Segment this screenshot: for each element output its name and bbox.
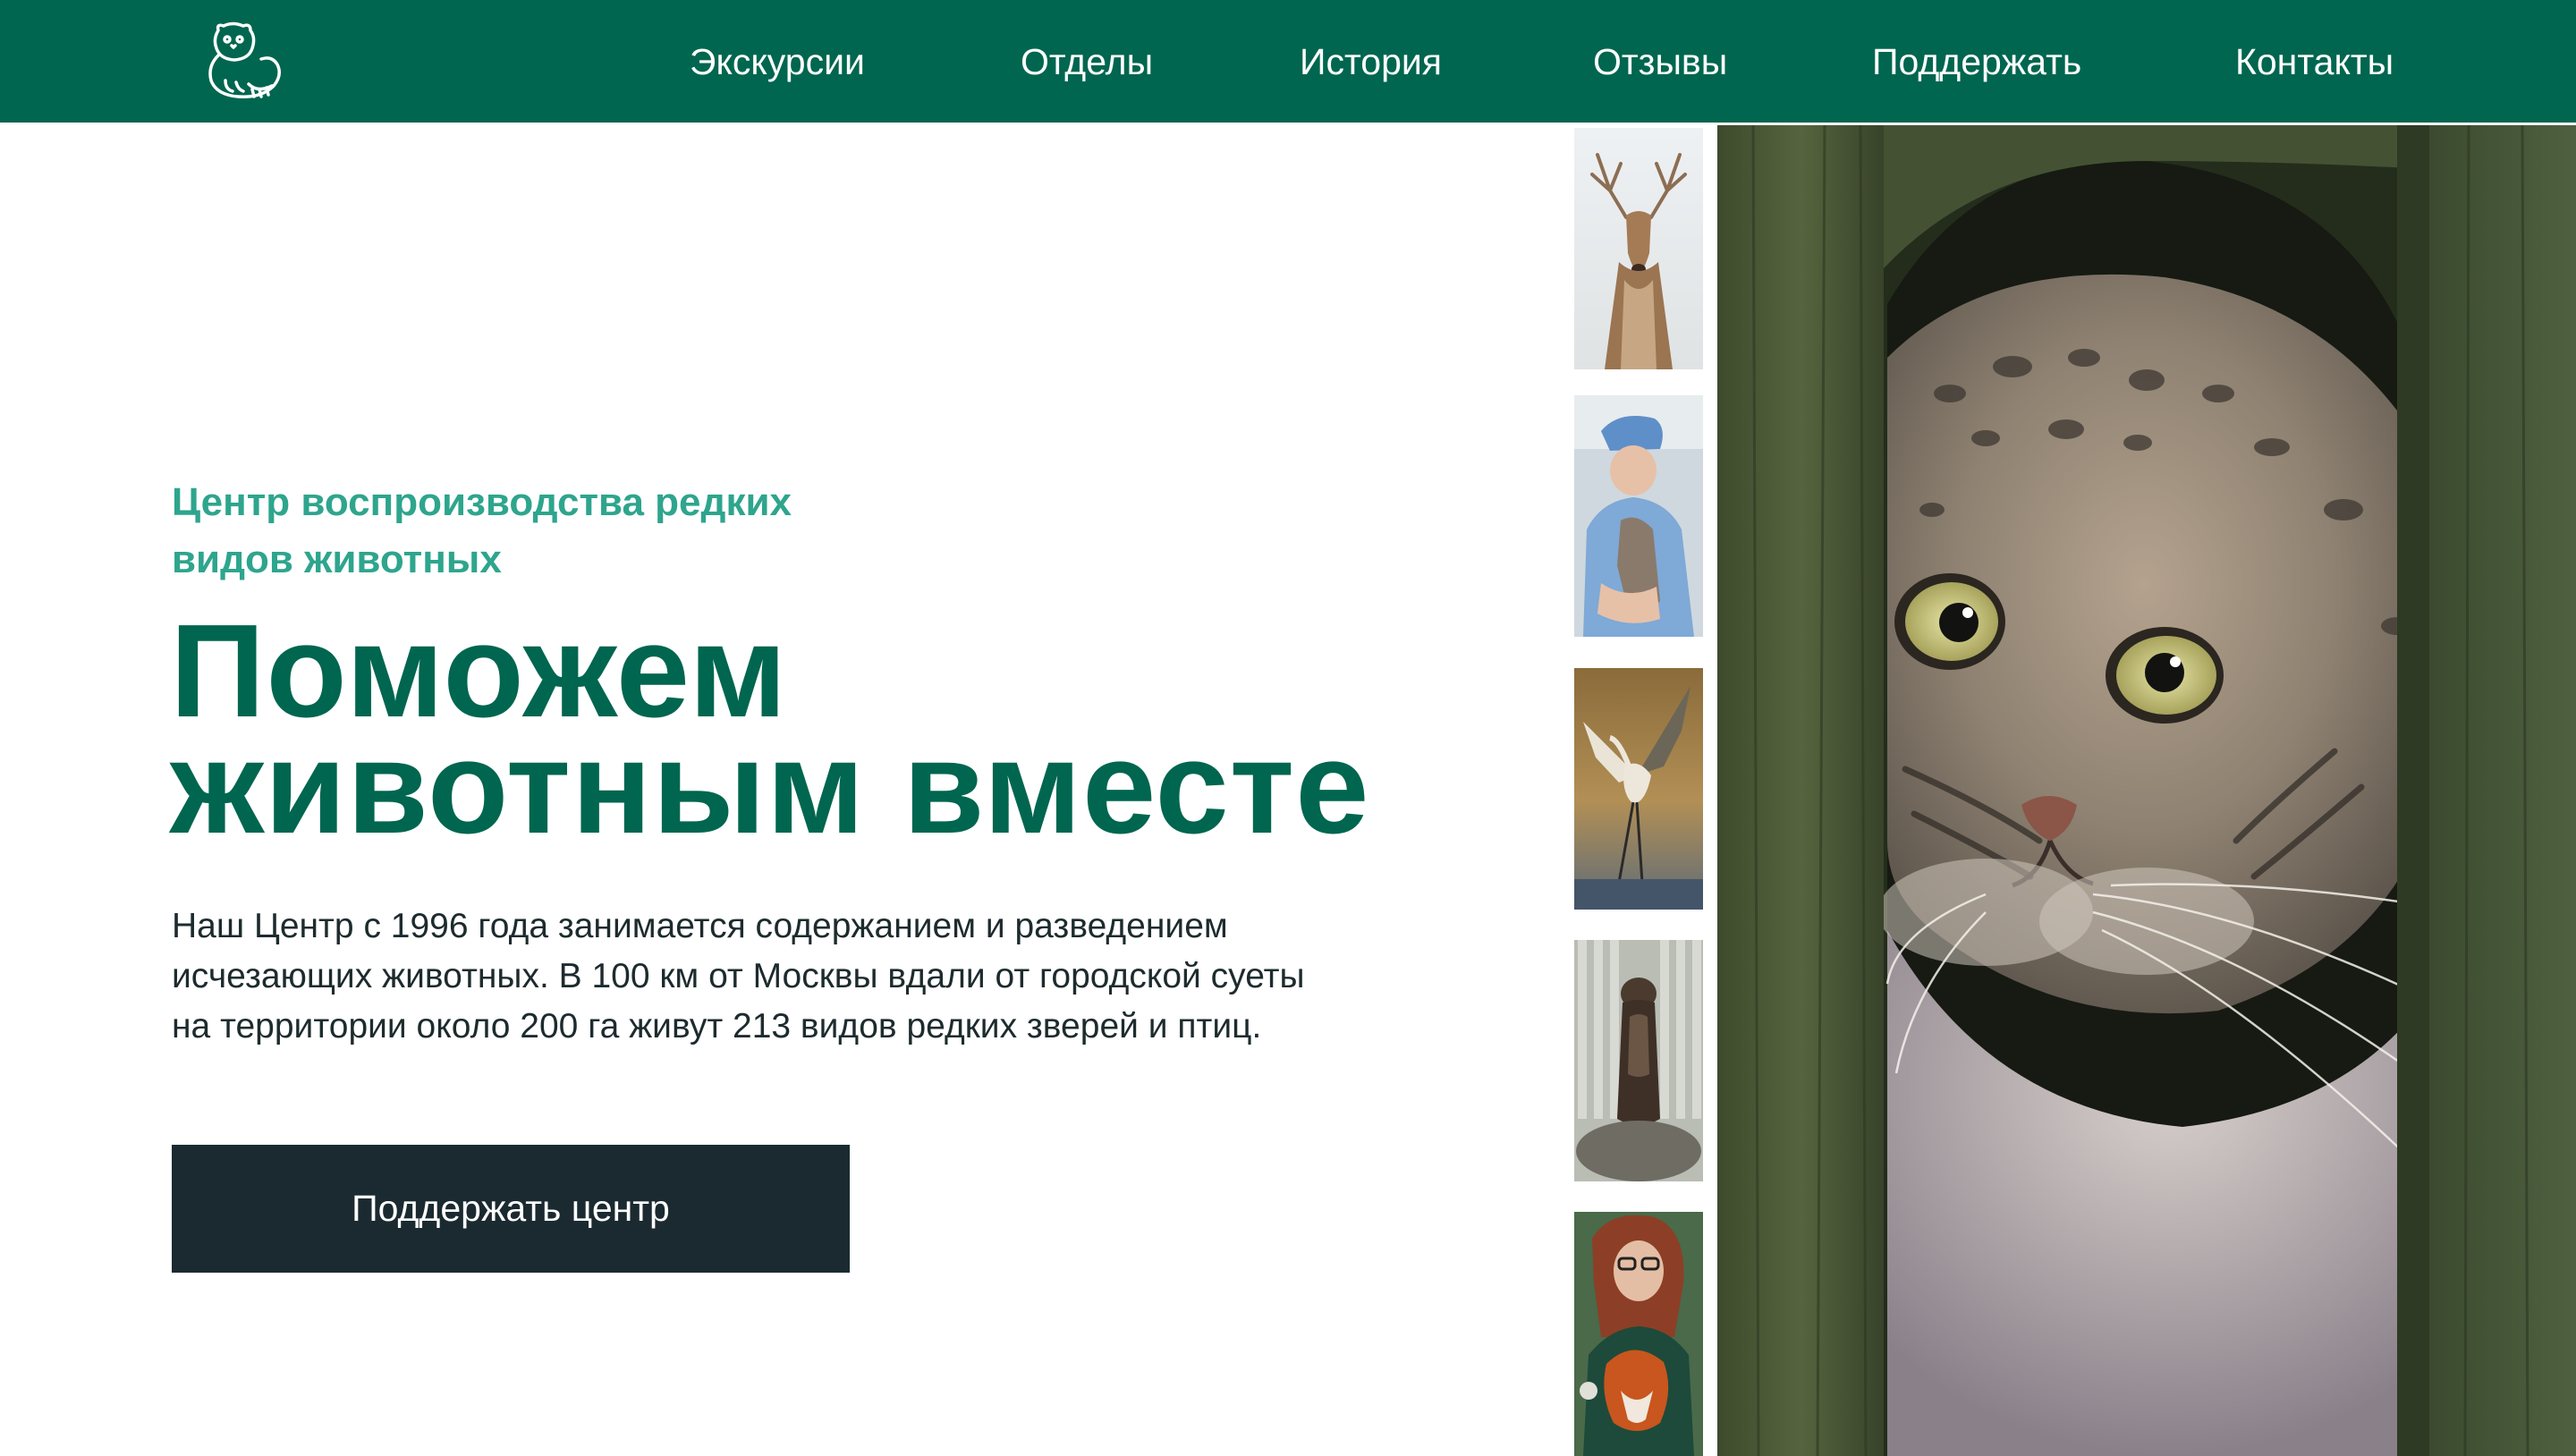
nav-link-history[interactable]: История	[1300, 38, 1442, 86]
hero-title-line: Поможем	[170, 597, 788, 745]
nav-link-contacts[interactable]: Контакты	[2235, 38, 2394, 86]
nav-link-departments[interactable]: Отделы	[1021, 38, 1153, 86]
manul-cat-photo	[1717, 125, 2576, 1456]
thumbnail-deer[interactable]	[1574, 128, 1703, 369]
manul-cat-logo-icon[interactable]	[199, 18, 288, 104]
hero-eyebrow-line: видов животных	[172, 538, 502, 581]
hero-eyebrow-line: Центр воспроизводства редких	[172, 480, 792, 524]
thumbnail-woman-with-fox[interactable]	[1574, 1212, 1703, 1456]
hero-description-line: исчезающих животных. В 100 км от Москвы …	[172, 957, 1305, 995]
nav-link-reviews[interactable]: Отзывы	[1593, 38, 1727, 86]
hero-title-line: животным вместе	[170, 714, 1370, 861]
thumbnail-otter[interactable]	[1574, 940, 1703, 1181]
support-center-button[interactable]: Поддержать центр	[172, 1145, 850, 1273]
nav-link-support[interactable]: Поддержать	[1872, 38, 2081, 86]
hero-description-line: Наш Центр с 1996 года занимается содержа…	[172, 907, 1228, 945]
hero-description-line: на территории около 200 га живут 213 вид…	[172, 1007, 1262, 1045]
thumbnail-veterinarian[interactable]	[1574, 395, 1703, 637]
hero-description: Наш Центр с 1996 года занимается содержа…	[172, 902, 1496, 1052]
nav-link-excursions[interactable]: Экскурсии	[690, 38, 865, 86]
top-navigation-bar: Экскурсии Отделы История Отзывы Поддержа…	[0, 0, 2576, 123]
hero-title: Поможем животным вместе	[170, 597, 1512, 861]
thumbnail-crane[interactable]	[1574, 668, 1703, 910]
hero-eyebrow: Центр воспроизводства редких видов живот…	[172, 474, 977, 588]
